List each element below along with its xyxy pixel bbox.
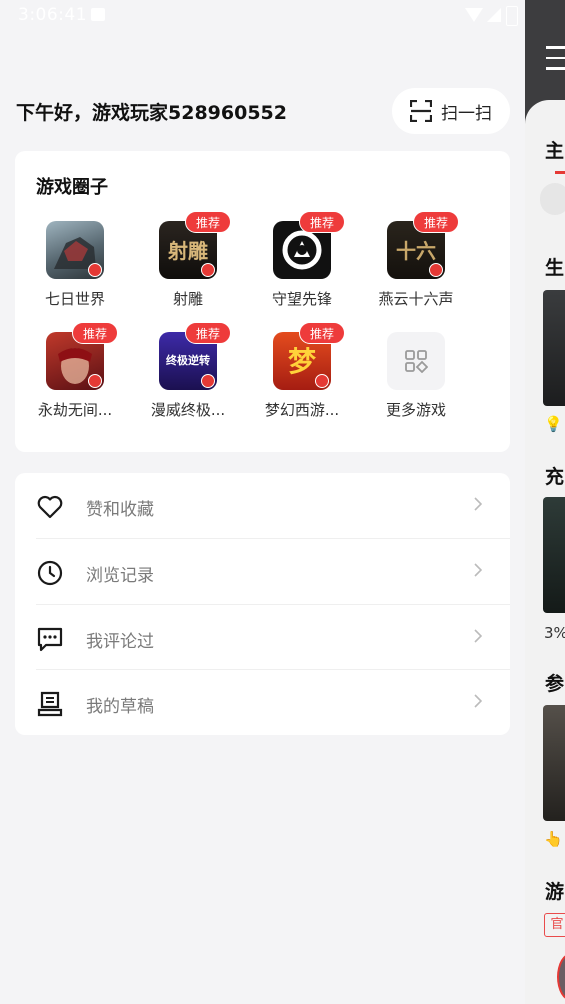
game-name: 射雕 [172,290,203,308]
chevron-right-icon [474,694,482,708]
panel-percent: 3% [544,624,565,642]
menu-label: 我的草稿 [86,697,154,717]
official-tag: 官 [544,913,565,937]
game-icon-text: 终极逆转 [166,354,210,367]
notification-icon [91,8,105,21]
game-icon-text: 十六 [396,239,436,263]
panel-tab-text: 主 [545,140,565,162]
netease-icon [315,374,329,388]
more-games-icon [387,332,445,390]
scan-icon [410,100,432,122]
status-time: 3:06:41 [18,5,88,25]
chevron-right-icon [474,629,482,643]
menu-label: 赞和收藏 [86,500,154,520]
clock-icon [37,560,63,586]
game-name: 漫威终极... [150,401,226,419]
game-circle-card: 游戏圈子 七日世界 推荐 射雕 射雕 推荐 守望先锋 推荐 十六 燕云十六声 推… [15,151,510,452]
tab-indicator [555,171,565,174]
recommend-badge: 推荐 [413,211,459,233]
hand-icon: 👆 [544,830,563,848]
menu-item-drafts[interactable]: 我的草稿 [15,670,510,736]
game-name: 梦幻西游... [264,401,340,419]
game-name: 更多游戏 [385,401,446,419]
panel-section-text: 生 [545,257,565,279]
panel-thumbnail [543,497,565,613]
menu-card: 赞和收藏 浏览记录 我评论过 我的草稿 [15,473,510,735]
battery-icon [506,6,518,26]
game-icon-text: 射雕 [168,239,208,263]
panel-search-pill [540,183,565,215]
grid-icon [405,350,428,373]
game-item-marvel[interactable]: 推荐 终极逆转 漫威终极... [138,322,238,420]
game-item-overwatch[interactable]: 推荐 守望先锋 [252,211,352,309]
game-name: 燕云十六声 [378,290,454,308]
recommend-badge: 推荐 [299,211,345,233]
panel-thumbnail [543,705,565,821]
game-name: 七日世界 [44,290,105,308]
game-item-menghuan[interactable]: 推荐 梦 梦幻西游... [252,322,352,420]
netease-icon [88,374,102,388]
game-item-shediao[interactable]: 推荐 射雕 射雕 [138,211,238,309]
netease-icon [201,263,215,277]
netease-icon [88,263,102,277]
panel-section-text: 充 [545,466,565,488]
recommend-badge: 推荐 [185,322,231,344]
status-bar: 3:06:41 [0,0,525,32]
netease-icon [429,263,443,277]
chevron-right-icon [474,497,482,511]
draft-icon [37,691,63,717]
signal-icon [487,8,501,22]
panel-section-text: 游 [545,881,565,903]
menu-item-history[interactable]: 浏览记录 [15,539,510,605]
game-item-qiri[interactable]: 七日世界 [25,221,125,309]
game-item-yongjie[interactable]: 推荐 永劫无间... [25,322,125,420]
recommend-badge: 推荐 [185,211,231,233]
menu-label: 浏览记录 [86,566,154,586]
menu-label: 我评论过 [86,632,154,652]
menu-item-likes[interactable]: 赞和收藏 [15,473,510,539]
recommend-badge: 推荐 [299,322,345,344]
panel-section-text: 参 [545,673,565,695]
scan-button[interactable]: 扫一扫 [392,88,510,134]
netease-icon [201,374,215,388]
game-icon-qiri [46,221,104,279]
menu-icon[interactable] [546,46,565,70]
wifi-icon [465,8,483,22]
bulb-icon: 💡 [544,415,563,433]
game-circle-title: 游戏圈子 [36,177,108,198]
panel-thumbnail [543,290,565,406]
game-name: 永劫无间... [37,401,113,419]
comment-icon [37,627,63,652]
recommend-badge: 推荐 [72,322,118,344]
scan-label: 扫一扫 [441,103,492,124]
menu-item-comments[interactable]: 我评论过 [15,605,510,671]
chevron-right-icon [474,563,482,577]
greeting-text: 下午好，游戏玩家528960552 [16,102,287,124]
game-name: 守望先锋 [271,290,332,308]
status-icons [465,6,525,26]
heart-icon [37,495,63,519]
more-games-button[interactable]: 更多游戏 [366,332,466,420]
game-item-yanyun[interactable]: 推荐 十六 燕云十六声 [366,211,466,309]
